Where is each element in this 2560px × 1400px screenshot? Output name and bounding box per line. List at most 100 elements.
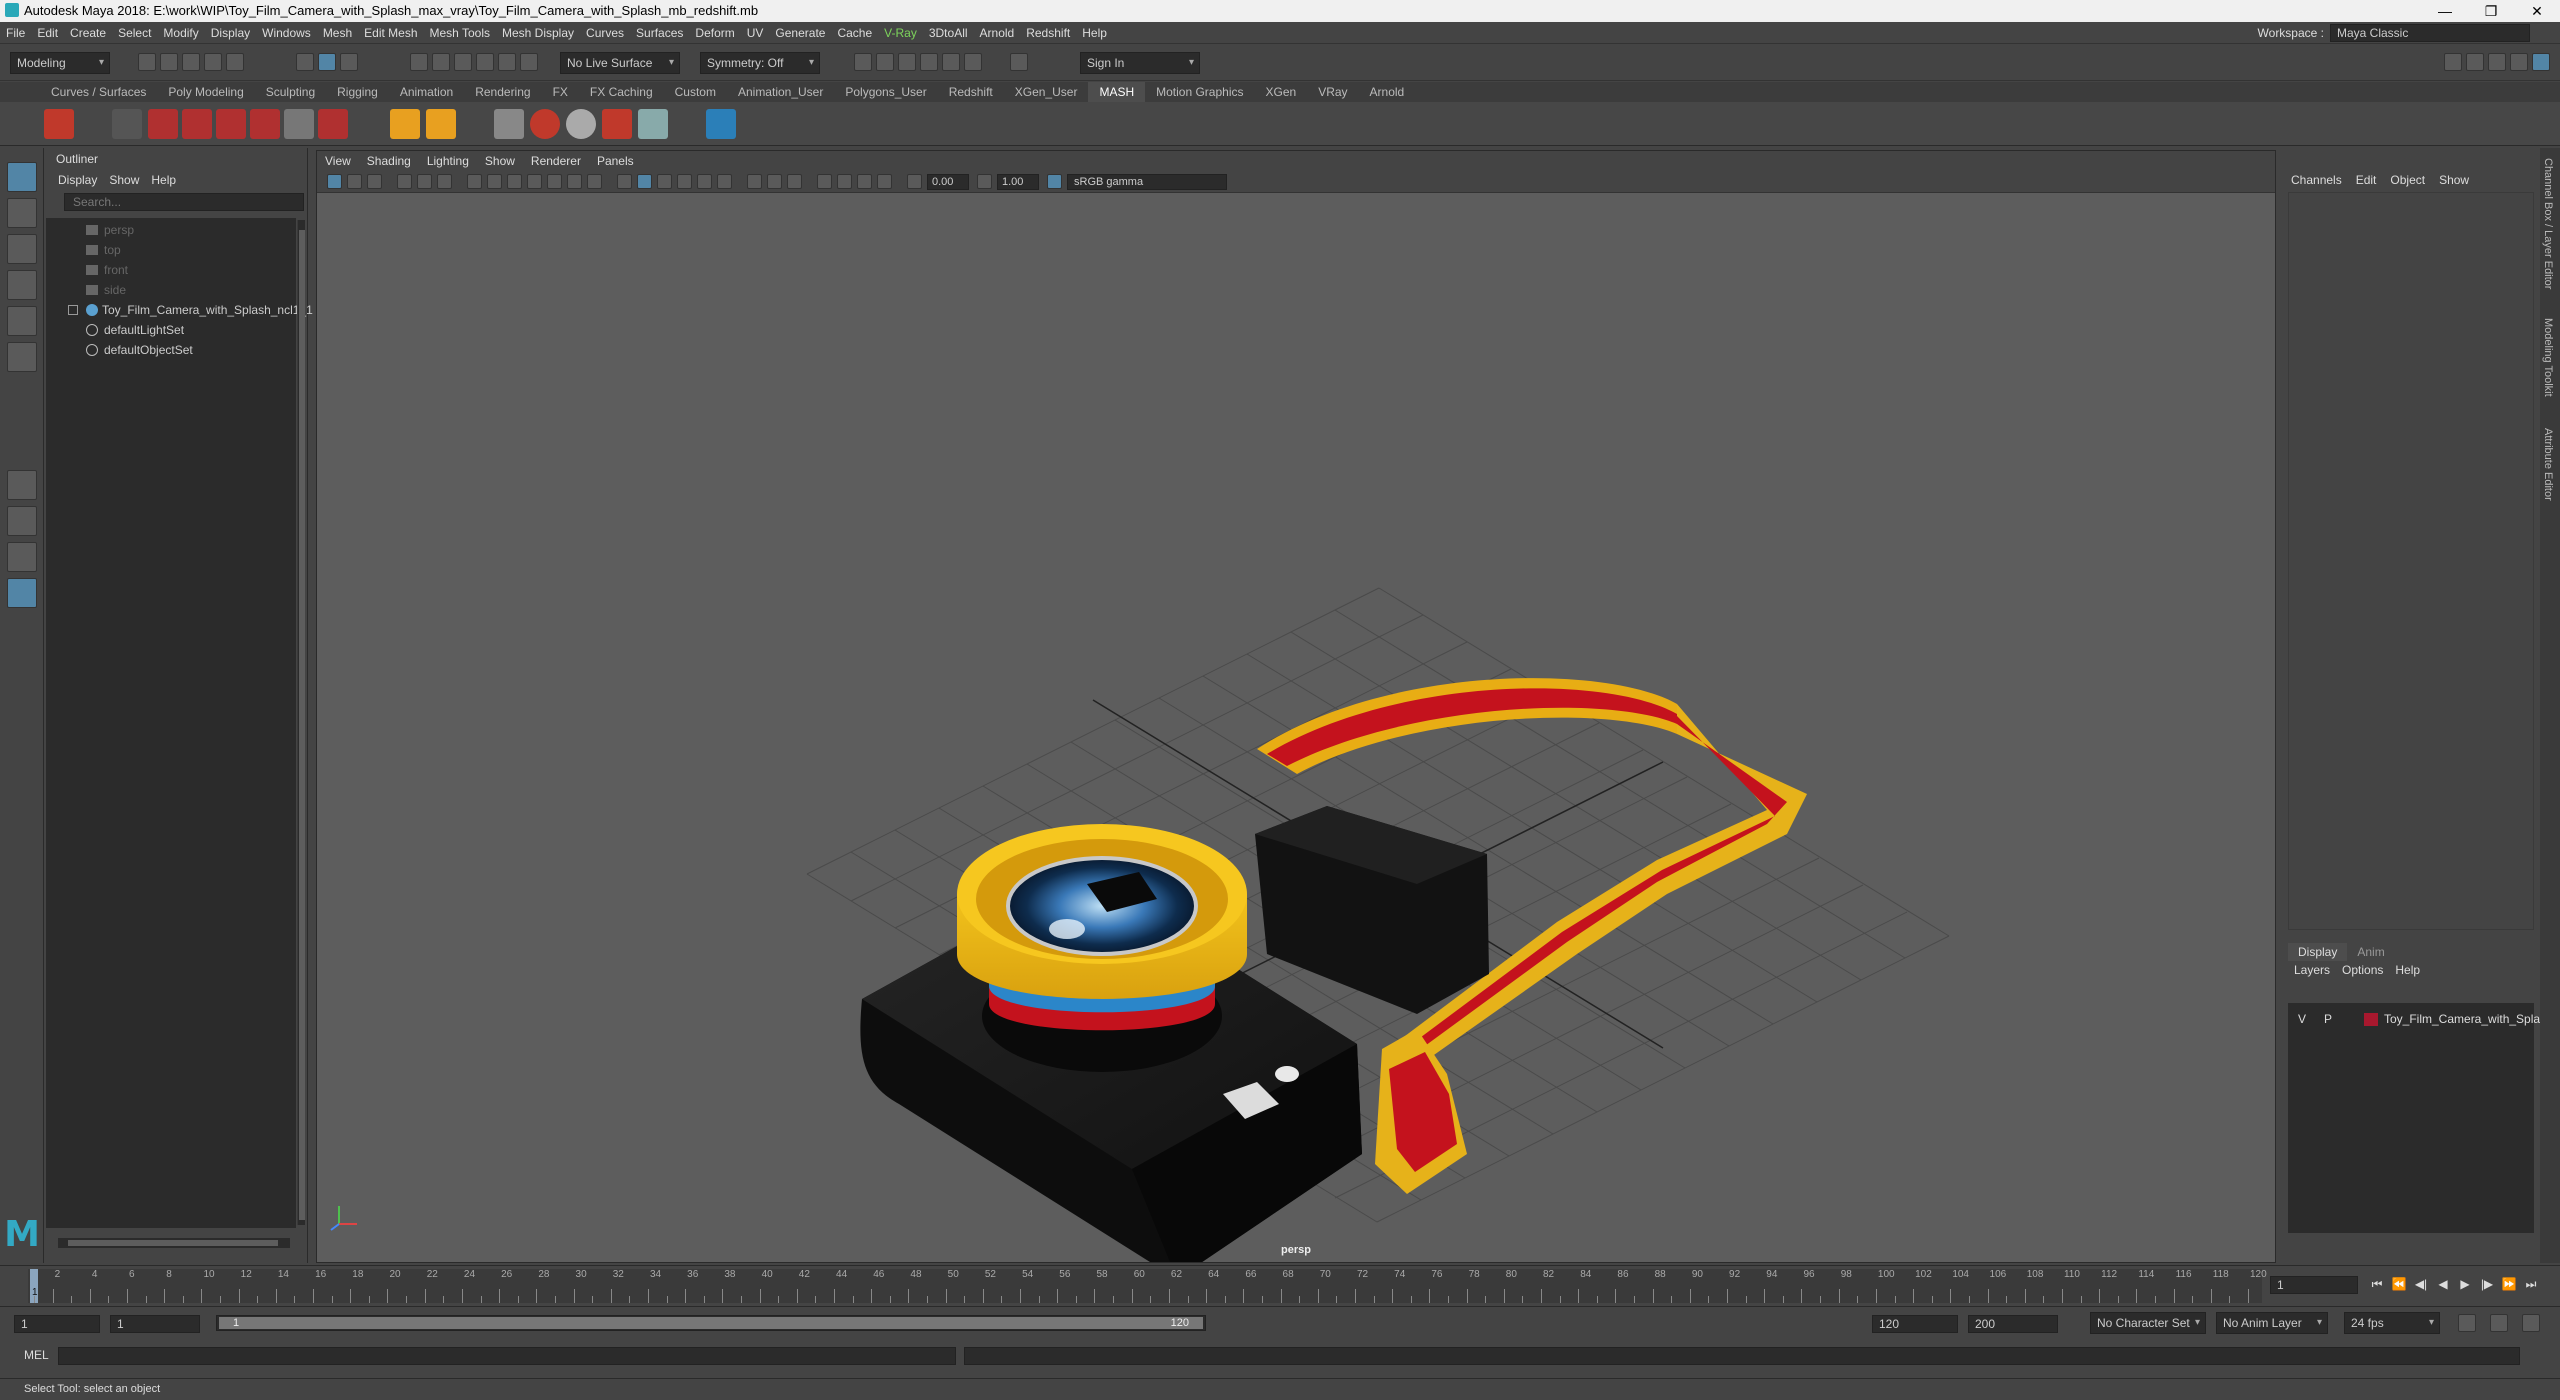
new-scene-icon[interactable] xyxy=(138,53,156,71)
expand-plus-icon[interactable] xyxy=(68,305,78,315)
undo-icon[interactable] xyxy=(204,53,222,71)
outliner-menu-show[interactable]: Show xyxy=(103,170,145,190)
workspace-dropdown[interactable]: Maya Classic xyxy=(2330,24,2530,42)
mash-network-icon[interactable] xyxy=(44,109,74,139)
menu-edit[interactable]: Edit xyxy=(31,22,64,44)
outliner-item-side[interactable]: side xyxy=(46,280,296,300)
shelf-tab-mash[interactable]: MASH xyxy=(1088,82,1146,102)
outliner-item-front[interactable]: front xyxy=(46,260,296,280)
sign-in-button[interactable]: Sign In xyxy=(1080,52,1200,74)
wireframe-on-shaded-icon[interactable] xyxy=(657,174,672,189)
snap-surface-icon[interactable] xyxy=(498,53,516,71)
snap-view-icon[interactable] xyxy=(476,53,494,71)
menu-generate[interactable]: Generate xyxy=(769,22,831,44)
grid-icon[interactable] xyxy=(467,174,482,189)
menu-mesh-tools[interactable]: Mesh Tools xyxy=(424,22,496,44)
minimize-button[interactable]: — xyxy=(2422,0,2468,22)
layer-tab-display[interactable]: Display xyxy=(2288,943,2348,961)
shelf-tab-xgen[interactable]: XGen xyxy=(1255,82,1308,102)
menu-surfaces[interactable]: Surfaces xyxy=(630,22,689,44)
pause-icon[interactable] xyxy=(1010,53,1028,71)
resolution-gate-icon[interactable] xyxy=(507,174,522,189)
shelf-tab-fx-caching[interactable]: FX Caching xyxy=(579,82,664,102)
mash-trails-icon[interactable] xyxy=(250,109,280,139)
camera-attributes-icon[interactable] xyxy=(347,174,362,189)
shelf-tab-vray[interactable]: VRay xyxy=(1307,82,1358,102)
toggle-tool-settings-icon[interactable] xyxy=(2488,53,2506,71)
step-back-frame-button[interactable]: ◀| xyxy=(2412,1276,2430,1292)
shadows-icon[interactable] xyxy=(717,174,732,189)
playback-start-field[interactable]: 1 xyxy=(110,1315,200,1333)
isolate-select-icon[interactable] xyxy=(817,174,832,189)
outliner-search-input[interactable]: Search... xyxy=(64,193,304,211)
shelf-tab-polygons-user[interactable]: Polygons_User xyxy=(834,82,937,102)
mash-scatter-icon[interactable] xyxy=(318,109,348,139)
shelf-tab-sculpting[interactable]: Sculpting xyxy=(255,82,326,102)
select-camera-icon[interactable] xyxy=(327,174,342,189)
view-transform-dropdown[interactable]: sRGB gamma xyxy=(1067,174,1227,190)
step-forward-frame-button[interactable]: |▶ xyxy=(2478,1276,2496,1292)
wireframe-icon[interactable] xyxy=(617,174,632,189)
two-pane-layout-icon[interactable] xyxy=(7,542,37,572)
menu-arnold[interactable]: Arnold xyxy=(974,22,1021,44)
toggle-attribute-editor-icon[interactable] xyxy=(2466,53,2484,71)
mash-flight-icon[interactable] xyxy=(638,109,668,139)
smooth-shade-icon[interactable] xyxy=(637,174,652,189)
play-forwards-button[interactable]: ▶ xyxy=(2456,1276,2474,1292)
go-to-start-button[interactable]: ⏮ xyxy=(2368,1276,2386,1292)
save-scene-icon[interactable] xyxy=(182,53,200,71)
layer-color-swatch[interactable] xyxy=(2364,1013,2378,1026)
safe-action-icon[interactable] xyxy=(567,174,582,189)
menu-uv[interactable]: UV xyxy=(741,22,770,44)
close-button[interactable]: ✕ xyxy=(2514,0,2560,22)
safe-title-icon[interactable] xyxy=(587,174,602,189)
exposure-field[interactable]: 0.00 xyxy=(927,174,969,190)
toggle-layer-editor-icon[interactable] xyxy=(2532,53,2550,71)
viewport-menu-renderer[interactable]: Renderer xyxy=(523,151,589,171)
layer-playback-toggle[interactable]: P xyxy=(2324,1009,2332,1029)
symmetry-dropdown[interactable]: Symmetry: Off xyxy=(700,52,820,74)
redo-icon[interactable] xyxy=(226,53,244,71)
step-back-key-button[interactable]: ⏪ xyxy=(2390,1276,2408,1292)
screen-space-ao-icon[interactable] xyxy=(747,174,762,189)
shelf-tab-fx[interactable]: FX xyxy=(542,82,579,102)
select-object-icon[interactable] xyxy=(318,53,336,71)
side-tab-channel-box[interactable]: Channel Box / Layer Editor xyxy=(2542,158,2554,289)
time-ruler[interactable]: 2 4 6 8 10 12 14 16 18 20 22 24 26 28 30 32 34 36 38 40 42 44… xyxy=(28,1269,2267,1303)
channel-menu-edit[interactable]: Edit xyxy=(2349,170,2384,190)
redshift-render-icon[interactable] xyxy=(964,53,982,71)
mash-grid-icon[interactable] xyxy=(284,109,314,139)
shelf-tab-custom[interactable]: Custom xyxy=(664,82,727,102)
toggle-channel-box-icon[interactable] xyxy=(2510,53,2528,71)
shelf-tab-motion-graphics[interactable]: Motion Graphics xyxy=(1145,82,1254,102)
channel-menu-object[interactable]: Object xyxy=(2383,170,2432,190)
shelf-tab-curves-surfaces[interactable]: Curves / Surfaces xyxy=(40,82,157,102)
live-surface-dropdown[interactable]: No Live Surface xyxy=(560,52,680,74)
range-thumb[interactable]: 1 120 xyxy=(219,1317,1203,1329)
menu-curves[interactable]: Curves xyxy=(580,22,630,44)
menu-mesh[interactable]: Mesh xyxy=(317,22,358,44)
type-tool-icon[interactable] xyxy=(390,109,420,139)
bookmarks-icon[interactable] xyxy=(367,174,382,189)
color-management-icon[interactable] xyxy=(1047,174,1062,189)
field-chart-icon[interactable] xyxy=(547,174,562,189)
menu-v-ray[interactable]: V-Ray xyxy=(878,22,923,44)
menu-select[interactable]: Select xyxy=(112,22,157,44)
menu-deform[interactable]: Deform xyxy=(689,22,740,44)
single-perspective-layout-icon[interactable] xyxy=(7,470,37,500)
menu-display[interactable]: Display xyxy=(205,22,256,44)
mash-outliner-icon[interactable] xyxy=(112,109,142,139)
menu-mesh-display[interactable]: Mesh Display xyxy=(496,22,580,44)
animation-end-field[interactable]: 200 xyxy=(1968,1315,2058,1333)
two-d-pan-zoom-icon[interactable] xyxy=(417,174,432,189)
use-all-lights-icon[interactable] xyxy=(697,174,712,189)
shelf-tab-rigging[interactable]: Rigging xyxy=(326,82,389,102)
mel-label[interactable]: MEL xyxy=(24,1348,49,1362)
mash-dynamics-icon[interactable] xyxy=(566,109,596,139)
restore-button[interactable]: ❐ xyxy=(2468,0,2514,22)
go-to-end-button[interactable]: ⏭ xyxy=(2522,1276,2540,1292)
outliner-item-default-object-set[interactable]: defaultObjectSet xyxy=(46,340,296,360)
menu-file[interactable]: File xyxy=(0,22,31,44)
layer-visibility-toggle[interactable]: V xyxy=(2298,1009,2306,1029)
outliner-item-persp[interactable]: persp xyxy=(46,220,296,240)
